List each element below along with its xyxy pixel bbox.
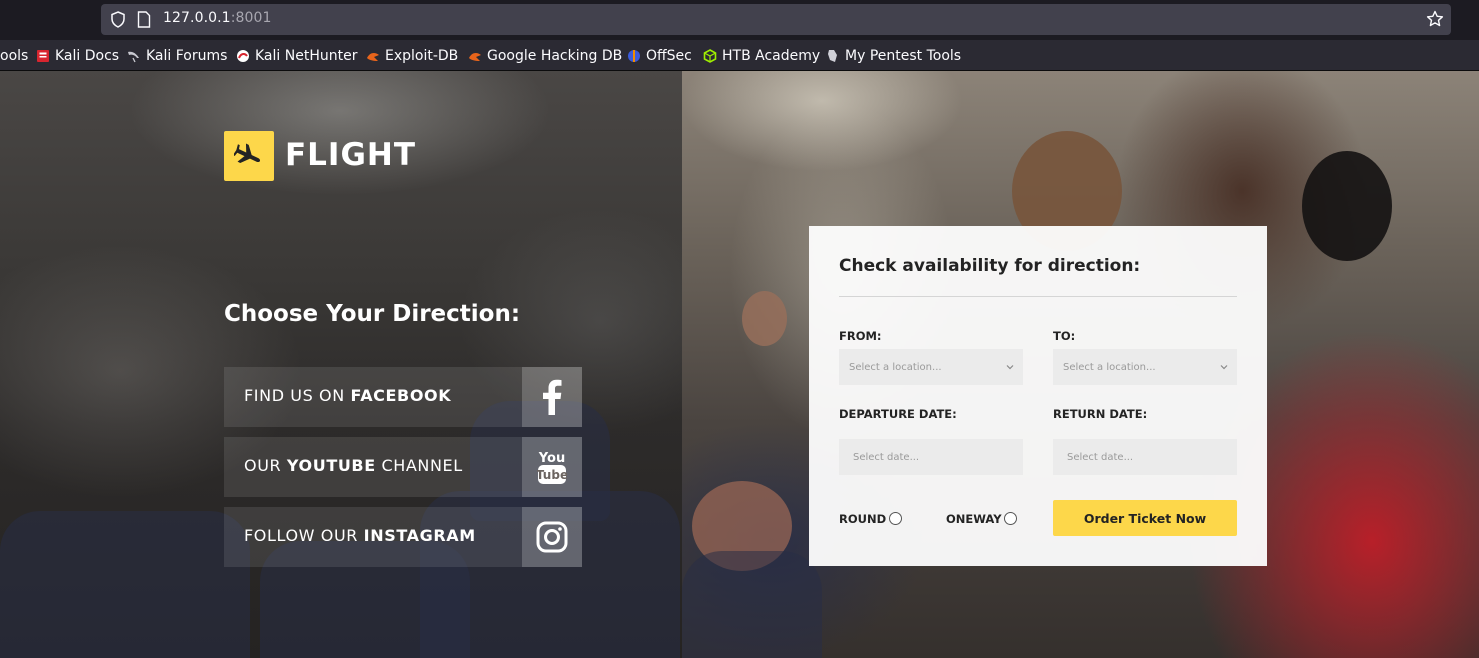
bookmark-star-icon[interactable]: [1426, 10, 1444, 28]
nethunter-icon: [237, 50, 249, 62]
bookmark-label: Kali Forums: [146, 48, 228, 64]
form-title: Check availability for direction:: [839, 256, 1141, 276]
svg-text:Tube: Tube: [537, 468, 567, 482]
chevron-down-icon: [1220, 365, 1228, 370]
youtube-link-label: OUR YOUTUBE CHANNEL: [244, 456, 463, 475]
to-label: TO:: [1053, 329, 1076, 343]
htb-icon: [703, 49, 717, 63]
url-text[interactable]: 127.0.0.1:8001: [163, 10, 272, 26]
bookmark-htb-academy[interactable]: HTB Academy: [703, 46, 820, 66]
oneway-label: ONEWAY: [946, 512, 1002, 526]
from-label: FROM:: [839, 329, 882, 343]
chevron-down-icon: [1006, 365, 1014, 370]
offsec-icon: [628, 50, 640, 62]
seat-shape: [682, 551, 822, 658]
kali-docs-icon: [37, 50, 49, 62]
bookmark-kali-forums[interactable]: Kali Forums: [127, 46, 227, 66]
bookmark-kali-docs[interactable]: Kali Docs: [36, 46, 119, 66]
shield-icon[interactable]: [110, 11, 126, 28]
bookmarks-toolbar: ools Kali Docs Kali Forums Kali NetHunte…: [0, 40, 1479, 71]
browser-toolbar: 127.0.0.1:8001: [0, 0, 1479, 40]
pentest-tools-icon: [828, 50, 837, 62]
from-select-value: Select a location...: [849, 361, 942, 373]
bookmark-label: My Pentest Tools: [845, 48, 962, 64]
instagram-icon[interactable]: [522, 507, 582, 567]
instagram-link[interactable]: FOLLOW OUR INSTAGRAM: [224, 507, 582, 567]
round-radio[interactable]: [889, 512, 902, 525]
page-content: FLIGHT Choose Your Direction: FIND US ON…: [0, 71, 1479, 658]
passenger-shape: [1302, 151, 1392, 261]
bookmark-exploit-db[interactable]: Exploit-DB: [366, 46, 458, 66]
kali-dragon-icon: [128, 51, 139, 63]
instagram-link-label: FOLLOW OUR INSTAGRAM: [244, 526, 476, 545]
bookmark-offsec[interactable]: OffSec: [627, 46, 692, 66]
bookmark-label: Kali Docs: [55, 48, 120, 64]
bookmark-kali-nethunter[interactable]: Kali NetHunter: [236, 46, 357, 66]
bookmark-my-pentest-tools[interactable]: My Pentest Tools: [826, 46, 961, 66]
bookmark-label: Google Hacking DB: [487, 48, 623, 64]
bookmark-label: Exploit-DB: [385, 48, 459, 64]
passenger-shape: [742, 291, 787, 346]
return-date-label: RETURN DATE:: [1053, 407, 1148, 421]
url-port: :8001: [230, 10, 272, 26]
airplane-icon: [234, 143, 261, 163]
bookmark-google-hacking-db[interactable]: Google Hacking DB: [468, 46, 622, 66]
ghdb-icon: [469, 53, 481, 61]
departure-date-label: DEPARTURE DATE:: [839, 407, 957, 421]
bookmark-tools[interactable]: ools: [0, 46, 28, 66]
url-bar[interactable]: 127.0.0.1:8001: [101, 4, 1451, 35]
youtube-link[interactable]: OUR YOUTUBE CHANNEL You Tube: [224, 437, 582, 497]
order-ticket-button[interactable]: Order Ticket Now: [1053, 500, 1237, 536]
facebook-link[interactable]: FIND US ON FACEBOOK: [224, 367, 582, 427]
facebook-icon[interactable]: [522, 367, 582, 427]
svg-text:You: You: [538, 451, 565, 466]
form-divider: [839, 296, 1237, 297]
to-select-value: Select a location...: [1063, 361, 1156, 373]
from-select[interactable]: Select a location...: [839, 349, 1023, 385]
bookmark-label: Kali NetHunter: [255, 48, 358, 64]
bookmark-label: ools: [0, 48, 29, 64]
brand-logo[interactable]: [224, 131, 274, 181]
oneway-radio[interactable]: [1004, 512, 1017, 525]
seat-shape: [0, 511, 250, 658]
departure-date-input[interactable]: [839, 439, 1023, 475]
facebook-link-label: FIND US ON FACEBOOK: [244, 386, 452, 405]
bookmark-label: HTB Academy: [722, 48, 821, 64]
round-label: ROUND: [839, 512, 887, 526]
to-select[interactable]: Select a location...: [1053, 349, 1237, 385]
exploit-db-icon: [367, 53, 379, 61]
youtube-icon[interactable]: You Tube: [522, 437, 582, 497]
page-icon: [137, 11, 151, 28]
return-date-input[interactable]: [1053, 439, 1237, 475]
booking-form: Check availability for direction: FROM: …: [809, 226, 1267, 566]
brand-name[interactable]: FLIGHT: [285, 137, 416, 173]
bookmark-label: OffSec: [646, 48, 692, 64]
url-host: 127.0.0.1: [163, 10, 231, 26]
direction-heading: Choose Your Direction:: [224, 301, 521, 327]
